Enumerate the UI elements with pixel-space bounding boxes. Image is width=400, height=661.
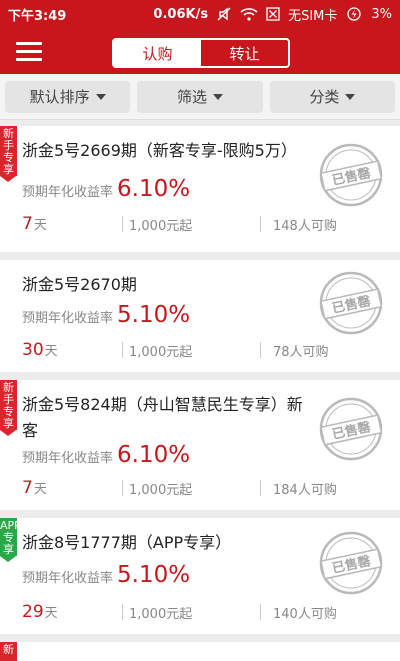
min-amount: 1,000元起 [129,218,193,234]
term-days: 7天 [22,214,122,234]
rate-label: 预期年化收益率 [22,571,114,586]
rate-row: 预期年化收益率 6.10% [22,176,190,202]
rate-label: 预期年化收益率 [22,311,114,326]
term-days: 29天 [22,602,122,622]
tab-subscribe[interactable]: 认购 [114,40,201,66]
filter-label: 筛选 [176,88,207,106]
product-card[interactable]: 新手专享 浙金5号824期（舟山智慧民生专享）新客 预期年化收益率 6.10% … [0,380,400,510]
rate-label: 预期年化收益率 [22,451,114,466]
mute-icon [217,7,231,21]
rate-row: 预期年化收益率 6.10% [22,442,190,468]
buyers-count: 148人可购 [273,218,337,234]
sold-out-stamp: 已售罄 [319,397,383,461]
status-bar: 下午3:49 0.06K/s 无SIM卡 3% [0,0,400,28]
product-title: 浙金5号2670期 [22,275,137,294]
product-title: 浙金5号824期（舟山智慧民生专享）新客 [22,395,303,440]
expected-rate: 6.10% [117,176,191,202]
days-unit: 天 [44,344,58,359]
product-meta: 7天 1,000元起 148人可购 [22,212,382,236]
product-tag: 新手专享 [0,126,17,182]
app-bar: 认购 转让 [0,28,400,74]
tab-transfer[interactable]: 转让 [201,40,288,66]
product-meta: 7天 1,000元起 184人可购 [22,476,382,500]
product-title: 浙金5号2669期（新客专享-限购5万） [22,141,297,160]
sold-out-stamp: 已售罄 [319,531,383,595]
wifi-icon [240,8,258,21]
expected-rate: 6.10% [117,442,191,468]
mode-segmented-control: 认购 转让 [112,38,290,68]
days-value: 7 [22,478,33,498]
days-value: 30 [22,340,44,360]
min-amount: 1,000元起 [129,606,193,622]
product-card[interactable]: 新手专享 浙金5号2669期（新客专享-限购5万） 预期年化收益率 6.10% … [0,126,400,252]
days-unit: 天 [33,218,47,233]
days-unit: 天 [33,482,47,497]
buyers-count: 184人可购 [273,482,337,498]
battery-level: 3% [371,6,392,22]
product-title: 浙金8号1777期（APP专享） [22,533,232,552]
product-tag: 新手专享 [0,380,17,436]
expected-rate: 5.10% [117,302,191,328]
expected-rate: 5.10% [117,562,191,588]
buyers-count: 78人可购 [273,344,329,360]
network-speed: 0.06K/s [153,6,209,22]
battery-charging-icon [347,7,362,21]
status-time: 下午3:49 [8,8,67,24]
caret-down-icon [95,93,106,100]
rate-row: 预期年化收益率 5.10% [22,302,190,328]
term-days: 7天 [22,478,122,498]
min-amount: 1,000元起 [129,482,193,498]
product-card[interactable]: APP专享 浙金8号1777期（APP专享） 预期年化收益率 5.10% 29天… [0,518,400,634]
sort-dropdown[interactable]: 默认排序 [5,80,131,113]
days-value: 7 [22,214,33,234]
category-dropdown[interactable]: 分类 [269,80,395,113]
days-unit: 天 [44,606,58,621]
filter-dropdown[interactable]: 筛选 [137,80,263,113]
caret-down-icon [213,93,223,100]
sort-label: 默认排序 [29,88,90,106]
product-card-partial[interactable]: 新 [0,642,400,661]
no-sim-icon [266,7,280,21]
carrier-text: 无SIM卡 [288,8,338,24]
category-label: 分类 [309,88,340,106]
rate-label: 预期年化收益率 [22,185,114,200]
days-value: 29 [22,602,44,622]
caret-down-icon [345,93,356,100]
product-meta: 30天 1,000元起 78人可购 [22,338,382,362]
menu-icon[interactable] [16,42,42,62]
sold-out-stamp: 已售罄 [319,143,383,207]
product-tag: 新 [0,642,17,661]
filter-bar: 默认排序 筛选 分类 [0,74,400,120]
sold-out-stamp: 已售罄 [319,271,383,335]
product-tag: APP专享 [0,518,21,562]
term-days: 30天 [22,340,122,360]
product-meta: 29天 1,000元起 140人可购 [22,600,382,624]
buyers-count: 140人可购 [273,606,337,622]
min-amount: 1,000元起 [129,344,193,360]
rate-row: 预期年化收益率 5.10% [22,562,190,588]
product-card[interactable]: 浙金5号2670期 预期年化收益率 5.10% 30天 1,000元起 78人可… [0,260,400,372]
